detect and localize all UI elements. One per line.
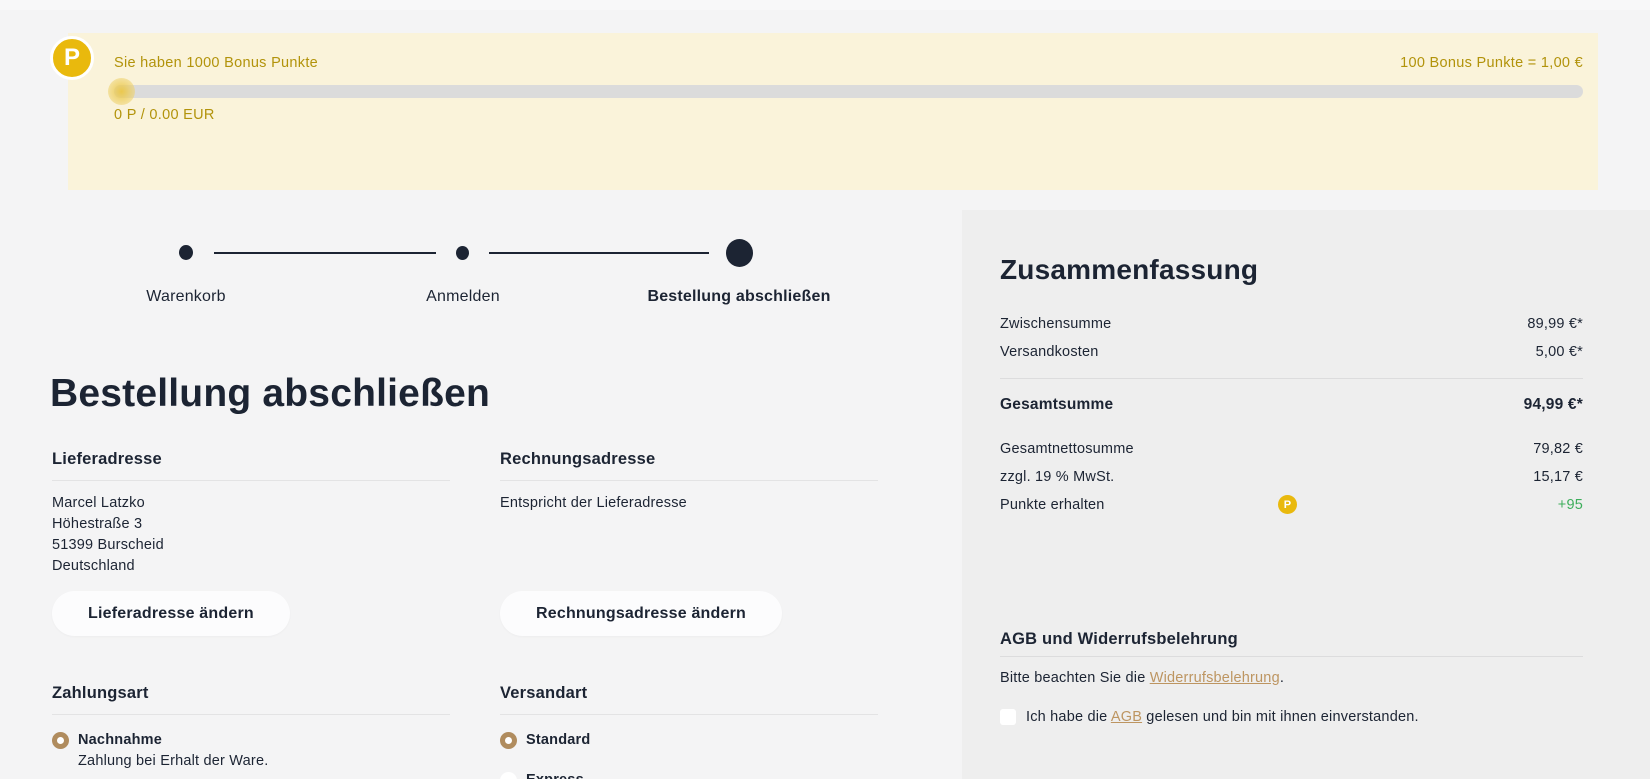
payment-heading: Zahlungsart (52, 682, 450, 704)
payment-option-text: Nachnahme Zahlung bei Erhalt der Ware. (78, 731, 268, 772)
notice-text: . (1280, 670, 1284, 686)
agb-text: gelesen und bin mit ihnen einverstanden. (1142, 709, 1419, 725)
bonus-points-text: Sie haben 1000 Bonus Punkte (114, 55, 318, 71)
radio-nachnahme[interactable] (52, 732, 69, 749)
address-street: Höhestraße 3 (52, 514, 450, 535)
step-label-warenkorb[interactable]: Warenkorb (126, 288, 246, 306)
billing-address-heading: Rechnungsadresse (500, 448, 878, 470)
row-label: Gesamtsumme (1000, 396, 1113, 414)
payment-option-label: Nachnahme (78, 732, 162, 748)
summary-row-total: Gesamtsumme 94,99 €* (1000, 396, 1583, 414)
row-label: Gesamtnettosumme (1000, 440, 1134, 458)
agb-text: Ich habe die (1026, 709, 1111, 725)
row-label: zzgl. 19 % MwSt. (1000, 468, 1114, 486)
row-label: Punkte erhalten (1000, 496, 1105, 514)
bonus-points-icon: P (50, 36, 94, 80)
notice-text: Bitte beachten Sie die (1000, 670, 1150, 686)
bonus-points-banner: P Sie haben 1000 Bonus Punkte 100 Bonus … (68, 33, 1598, 190)
step-label-bestellung: Bestellung abschließen (629, 288, 849, 306)
change-shipping-address-button[interactable]: Lieferadresse ändern (52, 591, 290, 636)
row-value: 79,82 € (1533, 440, 1583, 458)
widerrufsbelehrung-link[interactable]: Widerrufsbelehrung (1150, 670, 1280, 686)
bonus-points-slider[interactable] (114, 85, 1583, 98)
payment-option-nachnahme[interactable]: Nachnahme Zahlung bei Erhalt der Ware. (52, 731, 450, 772)
shipping-address-heading: Lieferadresse (52, 448, 450, 470)
shipping-and-payment-column: Lieferadresse Marcel Latzko Höhestraße 3… (52, 448, 450, 772)
step-dot-bestellung[interactable] (726, 239, 753, 267)
row-value: 15,17 € (1533, 468, 1583, 486)
billing-address-note: Entspricht der Lieferadresse (500, 493, 878, 514)
divider (1000, 378, 1583, 379)
row-value: 89,99 €* (1527, 315, 1583, 333)
top-strip (0, 0, 1650, 10)
divider (1000, 656, 1583, 657)
step-dot-warenkorb[interactable] (179, 245, 193, 260)
radio-standard[interactable] (500, 732, 517, 749)
summary-row-net-total: Gesamtnettosumme 79,82 € (1000, 440, 1583, 458)
shipping-option-standard[interactable]: Standard (500, 731, 878, 749)
row-label: Zwischensumme (1000, 315, 1111, 333)
shipping-option-label: Express (526, 772, 584, 779)
withdrawal-notice: Bitte beachten Sie die Widerrufsbelehrun… (1000, 669, 1583, 688)
summary-row-vat: zzgl. 19 % MwSt. 15,17 € (1000, 468, 1583, 486)
points-icon: P (1278, 495, 1297, 514)
address-country: Deutschland (52, 556, 450, 577)
billing-and-shipping-column: Rechnungsadresse Entspricht der Lieferad… (500, 448, 878, 779)
agb-checkbox[interactable] (1000, 709, 1016, 725)
bonus-banner-header: Sie haben 1000 Bonus Punkte 100 Bonus Pu… (114, 55, 1583, 71)
row-value: 5,00 €* (1536, 343, 1583, 361)
step-dot-anmelden[interactable] (456, 246, 469, 260)
slider-thumb[interactable] (108, 78, 135, 105)
step-connector-2 (489, 252, 709, 254)
shipping-option-text: Standard (526, 731, 590, 749)
summary-heading: Zusammenfassung (1000, 253, 1583, 287)
divider (52, 714, 450, 715)
divider (52, 480, 450, 481)
points-earned-value: +95 (1558, 496, 1583, 514)
agb-consent-label: Ich habe die AGB gelesen und bin mit ihn… (1026, 709, 1419, 726)
address-city: 51399 Burscheid (52, 535, 450, 556)
bonus-rate-text: 100 Bonus Punkte = 1,00 € (1400, 55, 1583, 71)
change-billing-address-button[interactable]: Rechnungsadresse ändern (500, 591, 782, 636)
address-name: Marcel Latzko (52, 493, 450, 514)
agb-consent-row: Ich habe die AGB gelesen und bin mit ihn… (1000, 709, 1583, 726)
divider (500, 714, 878, 715)
page-title: Bestellung abschließen (50, 372, 490, 416)
summary-row-points: Punkte erhalten P +95 (1000, 496, 1583, 514)
shipping-option-express[interactable]: Express (500, 771, 878, 779)
step-label-anmelden[interactable]: Anmelden (403, 288, 523, 306)
slider-value-text: 0 P / 0.00 EUR (114, 107, 1583, 123)
row-label: Versandkosten (1000, 343, 1099, 361)
divider (500, 480, 878, 481)
slider-track[interactable] (114, 85, 1583, 98)
order-summary-panel: Zusammenfassung Zwischensumme 89,99 €* V… (962, 210, 1650, 779)
row-value: 94,99 €* (1524, 396, 1583, 414)
summary-row-subtotal: Zwischensumme 89,99 €* (1000, 315, 1583, 333)
shipping-address-block: Marcel Latzko Höhestraße 3 51399 Bursche… (52, 493, 450, 577)
terms-section: AGB und Widerrufsbelehrung Bitte beachte… (1000, 628, 1583, 726)
bonus-points-icon-letter: P (64, 44, 80, 72)
shipping-option-text: Express (526, 771, 584, 779)
agb-link[interactable]: AGB (1111, 709, 1142, 725)
radio-express[interactable] (500, 772, 517, 779)
step-connector-1 (214, 252, 436, 254)
checkout-page: P Sie haben 1000 Bonus Punkte 100 Bonus … (0, 0, 1650, 779)
shipping-method-heading: Versandart (500, 682, 878, 704)
summary-net-rows: Gesamtnettosumme 79,82 € zzgl. 19 % MwSt… (1000, 440, 1583, 514)
shipping-option-label: Standard (526, 732, 590, 748)
terms-heading: AGB und Widerrufsbelehrung (1000, 628, 1583, 650)
summary-row-shipping-cost: Versandkosten 5,00 €* (1000, 343, 1583, 361)
summary-rows: Zwischensumme 89,99 €* Versandkosten 5,0… (1000, 315, 1583, 414)
payment-option-description: Zahlung bei Erhalt der Ware. (78, 751, 268, 772)
